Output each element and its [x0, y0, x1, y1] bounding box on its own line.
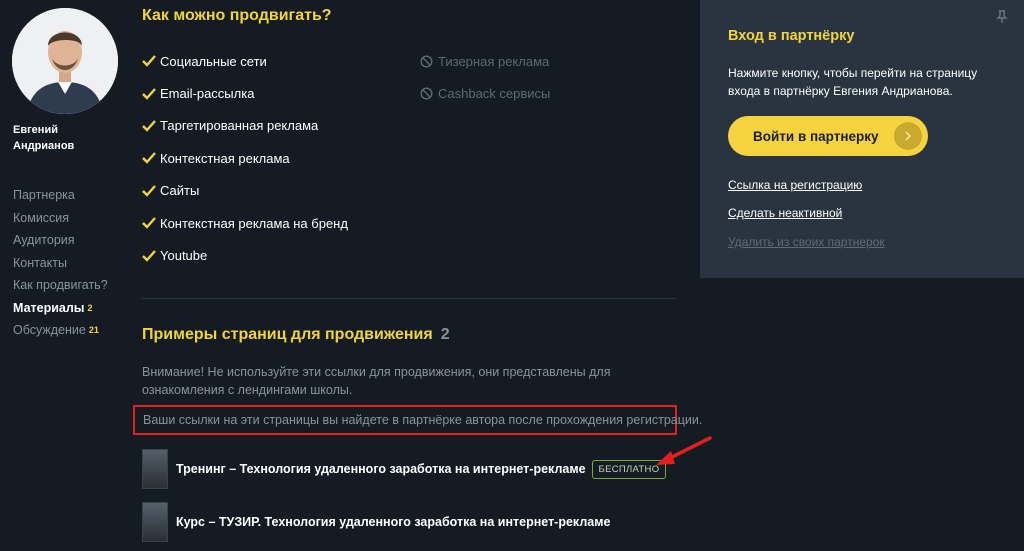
check-icon [142, 215, 159, 232]
forbidden-methods: Тизерная реклама Cashback сервисы [420, 45, 550, 110]
check-icon [142, 117, 159, 134]
nav-item-audience[interactable]: Аудитория [13, 231, 108, 254]
nav-item-how-to-promote[interactable]: Как продвигать? [13, 276, 108, 299]
method-allowed: Контекстная реклама [142, 142, 348, 174]
examples-heading: Примеры страниц для продвижения 2 [142, 326, 450, 343]
method-allowed: Email-рассылка [142, 77, 348, 109]
method-allowed: Контекстная реклама на бренд [142, 207, 348, 239]
nav-item-discussion[interactable]: Обсуждение 21 [13, 321, 108, 344]
product-title[interactable]: Курс – ТУЗИР. Технология удаленного зара… [176, 515, 610, 529]
examples-count: 2 [440, 326, 450, 343]
method-forbidden: Cashback сервисы [420, 77, 550, 109]
method-allowed: Социальные сети [142, 45, 348, 77]
highlighted-notice: Ваши ссылки на эти страницы вы найдете в… [133, 405, 702, 435]
prohibited-icon [420, 53, 437, 70]
check-icon [142, 247, 159, 264]
nav-item-partnerka[interactable]: Партнерка [13, 186, 108, 209]
promotion-heading: Как можно продвигать? [142, 7, 332, 24]
sidebar-nav: Партнерка Комиссия Аудитория Контакты Ка… [13, 186, 108, 344]
nav-item-materials[interactable]: Материалы 2 [13, 299, 108, 322]
product-item[interactable]: Курс – ТУЗИР. Технология удаленного зара… [142, 502, 610, 542]
nav-item-commission[interactable]: Комиссия [13, 209, 108, 232]
pin-icon[interactable] [996, 10, 1008, 24]
method-allowed: Таргетированная реклама [142, 110, 348, 142]
prohibited-icon [420, 85, 437, 102]
method-allowed: Youtube [142, 239, 348, 271]
method-allowed: Сайты [142, 175, 348, 207]
check-icon [142, 150, 159, 167]
section-divider [142, 298, 677, 299]
allowed-methods: Социальные сети Email-рассылка Таргетиро… [142, 45, 348, 272]
panel-description: Нажмите кнопку, чтобы перейти на страниц… [728, 66, 978, 98]
check-icon [142, 53, 159, 70]
remove-partner-link[interactable]: Удалить из своих партнерок [728, 235, 885, 249]
product-thumbnail [142, 449, 168, 489]
nav-item-contacts[interactable]: Контакты [13, 254, 108, 277]
nav-count-badge: 21 [88, 325, 99, 335]
partner-login-panel: Вход в партнёрку Нажмите кнопку, чтобы п… [700, 0, 1024, 278]
red-arrow-annotation [656, 436, 712, 465]
check-icon [142, 85, 159, 102]
author-name: Евгений Андрианов [13, 124, 75, 152]
product-thumbnail [142, 502, 168, 542]
deactivate-link[interactable]: Сделать неактивной [728, 206, 842, 220]
method-forbidden: Тизерная реклама [420, 45, 550, 77]
nav-count-badge: 2 [87, 302, 93, 313]
login-button-label: Войти в партнерку [753, 128, 879, 144]
registration-link[interactable]: Ссылка на регистрацию [728, 178, 862, 192]
chevron-right-icon [894, 122, 922, 150]
avatar [12, 8, 118, 114]
product-title[interactable]: Тренинг – Технология удаленного заработк… [176, 462, 586, 476]
warning-notice: Внимание! Не используйте эти ссылки для … [142, 365, 611, 397]
check-icon [142, 182, 159, 199]
login-partner-button[interactable]: Войти в партнерку [728, 116, 928, 156]
panel-title: Вход в партнёрку [728, 28, 855, 44]
product-item[interactable]: Тренинг – Технология удаленного заработк… [142, 449, 667, 489]
